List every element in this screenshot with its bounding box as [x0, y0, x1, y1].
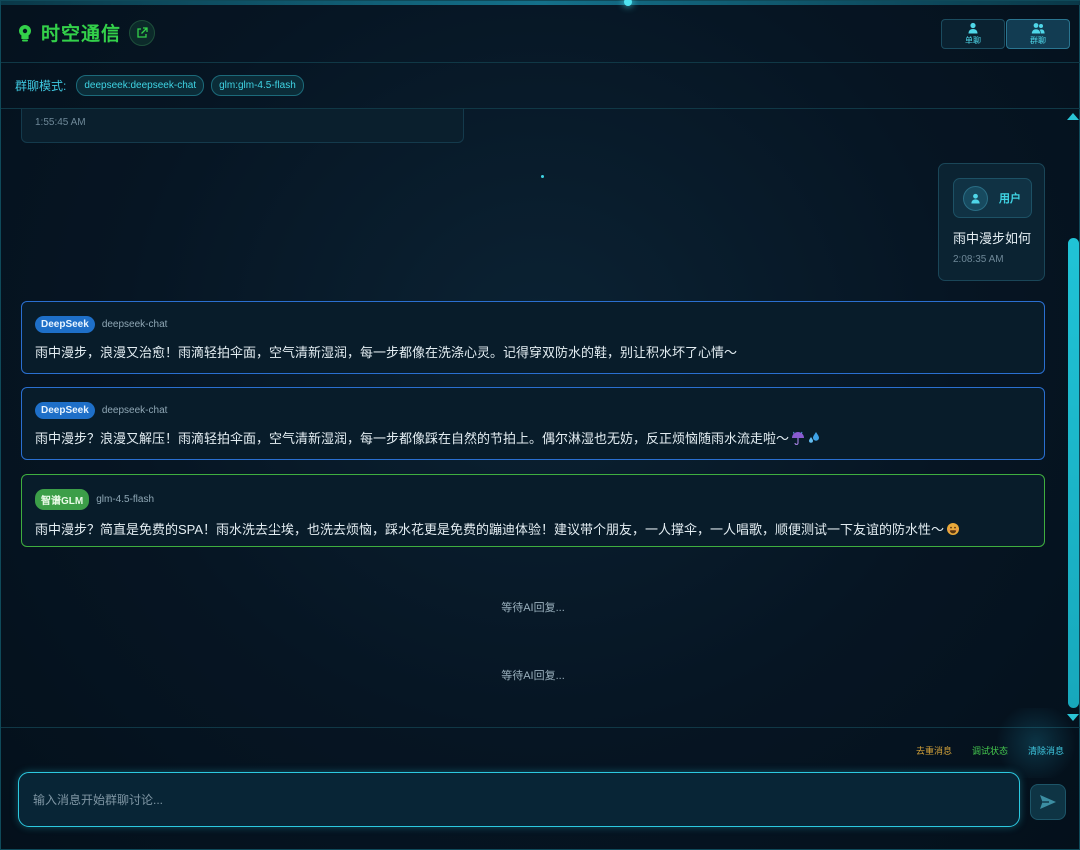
brand: 时空通信	[15, 19, 156, 46]
provider-badge: DeepSeek	[35, 316, 95, 333]
dedupe-button[interactable]: 去重消息	[916, 744, 952, 757]
ai-message-row: 雨中漫步？浪漫又解压！雨滴轻拍伞面，空气清新湿润，每一步都像踩在自然的节拍上。偶…	[35, 428, 1031, 448]
scroll-up-arrow[interactable]	[1067, 113, 1079, 120]
app-window: 时空通信 单聊 群聊 群聊模式: deepseek:deepseek-chat …	[0, 0, 1080, 850]
composer: 去重消息 调试状态 清除消息	[1, 708, 1080, 850]
ai-message-text: 雨中漫步？简直是免费的SPA！雨水洗去尘埃，也洗去烦恼，踩水花更是免费的蹦迪体验…	[35, 522, 945, 537]
user-icon	[971, 193, 980, 204]
decorative-glow	[991, 708, 1080, 778]
model-name: glm-4.5-flash	[96, 494, 155, 505]
model-name: deepseek-chat	[101, 319, 168, 330]
single-chat-label: 单聊	[965, 36, 981, 45]
app-title: 时空通信	[41, 24, 122, 45]
model-chip-glm[interactable]: glm:glm-4.5-flash	[211, 75, 304, 96]
ai-message-card: DeepSeek deepseek-chat 雨中漫步，浪漫又治愈！雨滴轻拍伞面…	[21, 301, 1045, 374]
users-icon	[1031, 23, 1045, 34]
user-name: 用户	[999, 193, 1021, 205]
footer-actions: 去重消息 调试状态 清除消息	[896, 744, 1064, 757]
model-chip-deepseek[interactable]: deepseek:deepseek-chat	[76, 75, 205, 96]
message-time: 2:08:35 AM	[953, 254, 1004, 265]
provider-badge: DeepSeek	[35, 402, 95, 419]
ai-message-row: 雨中漫步？简直是免费的SPA！雨水洗去尘埃，也洗去烦恼，踩水花更是免费的蹦迪体验…	[35, 519, 1031, 539]
model-name: deepseek-chat	[101, 405, 168, 416]
group-chat-label: 群聊	[1030, 36, 1046, 45]
waiting-indicator: 等待AI回复...	[501, 670, 565, 682]
waiting-indicator: 等待AI回复...	[501, 602, 565, 614]
chat-mode-switch: 单聊 群聊	[941, 19, 1070, 49]
provider-badge: 智谱GLM	[35, 489, 90, 510]
single-chat-button[interactable]: 单聊	[941, 19, 1005, 49]
chat-messages: 1:55:45 AM 用户 雨中漫步如何 2:08:35 AM DeepSeek…	[1, 109, 1080, 727]
decorative-spark	[541, 175, 544, 178]
user-message-card: 用户 雨中漫步如何 2:08:35 AM	[938, 163, 1045, 281]
external-link-button[interactable]	[129, 19, 156, 46]
ai-message-text: 雨中漫步？浪漫又解压！雨滴轻拍伞面，空气清新湿润，每一步都像踩在自然的节拍上。偶…	[35, 431, 790, 446]
ai-message-card: 智谱GLM glm-4.5-flash 雨中漫步？简直是免费的SPA！雨水洗去尘…	[21, 474, 1045, 547]
ai-message-text: 雨中漫步，浪漫又治愈！雨滴轻拍伞面，空气清新湿润，每一步都像在洗涤心灵。记得穿双…	[35, 345, 738, 360]
user-message-header: 用户	[953, 178, 1032, 218]
group-chat-button[interactable]: 群聊	[1006, 19, 1070, 49]
umbrella-rain-icon	[791, 431, 805, 448]
avatar	[963, 185, 988, 211]
send-button[interactable]	[1030, 784, 1066, 820]
user-message-text: 雨中漫步如何	[953, 231, 1032, 246]
send-icon	[1040, 795, 1056, 809]
clear-messages-button[interactable]: 清除消息	[1028, 744, 1064, 757]
user-icon	[968, 22, 978, 34]
scrollbar-thumb[interactable]	[1068, 238, 1079, 708]
group-mode-label: 群聊模式:	[15, 79, 67, 93]
debug-status-button[interactable]: 调试状态	[972, 744, 1008, 757]
grin-face-icon	[946, 522, 960, 539]
message-input[interactable]	[18, 772, 1020, 827]
ai-message-card: DeepSeek deepseek-chat 雨中漫步？浪漫又解压！雨滴轻拍伞面…	[21, 387, 1045, 460]
brain-icon	[15, 22, 35, 44]
header: 时空通信 单聊 群聊	[1, 5, 1080, 63]
external-link-icon	[137, 26, 148, 38]
previous-message-card: 1:55:45 AM	[21, 109, 464, 143]
message-time: 1:55:45 AM	[35, 117, 86, 128]
group-mode-bar: 群聊模式: deepseek:deepseek-chat glm:glm-4.5…	[1, 63, 1080, 109]
droplets-icon	[807, 431, 821, 448]
